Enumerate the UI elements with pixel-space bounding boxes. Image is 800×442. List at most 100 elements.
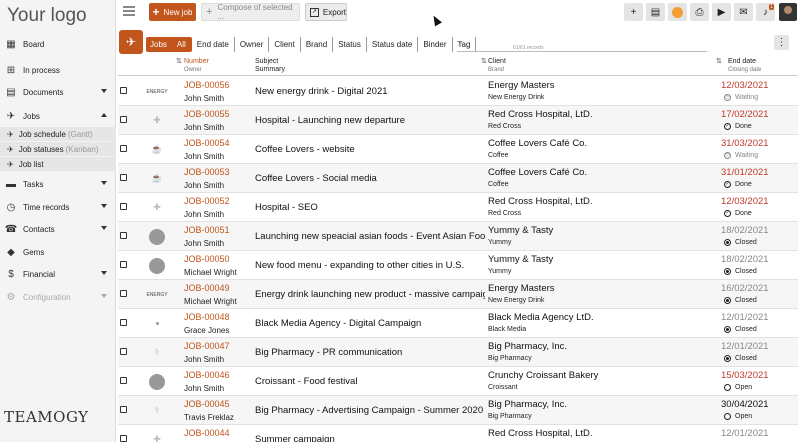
row-checkbox[interactable] <box>120 174 127 181</box>
table-row[interactable]: ⚕ JOB-00045 Travis Freklaz Big Pharmacy - A… <box>118 396 798 425</box>
row-checkbox[interactable] <box>120 406 127 413</box>
filter-status-date[interactable]: Status date <box>367 37 419 52</box>
sidebar-subitem-job-list[interactable]: ✈ Job list <box>0 157 116 171</box>
sidebar-item-time-records[interactable]: ◷ Time records <box>0 197 116 217</box>
table-row[interactable]: JOB-00046 John Smith Croissant - Food fest… <box>118 367 798 396</box>
row-checkbox[interactable] <box>120 116 127 123</box>
print-button[interactable]: ⎙ <box>690 3 709 21</box>
job-number-link[interactable]: JOB-00044 <box>184 428 230 438</box>
job-summary[interactable]: Big Pharmacy - PR communication <box>255 347 485 358</box>
table-row[interactable]: JOB-00050 Michael Wright New food menu - e… <box>118 251 798 280</box>
menu-toggle-icon[interactable] <box>123 6 135 16</box>
app-logo[interactable]: Your logo <box>7 5 87 27</box>
new-job-button[interactable]: + New job <box>149 3 196 21</box>
table-row[interactable]: ☕ JOB-00054 John Smith Coffee Lovers - webs… <box>118 135 798 164</box>
job-number-link[interactable]: JOB-00050 <box>184 254 230 264</box>
filter-client[interactable]: Client <box>269 37 301 52</box>
row-checkbox[interactable] <box>120 319 127 326</box>
sidebar-item-documents[interactable]: ▤ Documents <box>0 82 116 102</box>
job-summary[interactable]: New energy drink - Digital 2021 <box>255 86 485 97</box>
sidebar-item-in-process[interactable]: ⊞ In process <box>0 60 116 80</box>
add-button[interactable]: + <box>624 3 643 21</box>
chat-button[interactable]: ✉ <box>734 3 753 21</box>
sidebar-item-board[interactable]: ▦ Board <box>0 34 116 54</box>
job-number-link[interactable]: JOB-00048 <box>184 312 230 322</box>
help-button[interactable] <box>668 3 687 21</box>
header-end-date[interactable]: End date Closing date <box>728 58 761 74</box>
job-number-link[interactable]: JOB-00054 <box>184 138 230 148</box>
filter-binder[interactable]: Binder <box>418 37 453 52</box>
table-row[interactable]: ☕ JOB-00053 John Smith Coffee Lovers - Soci… <box>118 164 798 193</box>
job-number-link[interactable]: JOB-00051 <box>184 225 230 235</box>
table-row[interactable]: JOB-00048 Grace Jones Black Media Agency -… <box>118 309 798 338</box>
job-number-link[interactable]: JOB-00056 <box>184 80 230 90</box>
table-row[interactable]: ✚ JOB-00055 John Smith Hospital - Launching… <box>118 106 798 135</box>
job-summary[interactable]: New food menu - expanding to other citie… <box>255 260 485 271</box>
search-input[interactable]: ⌕ <box>457 36 707 52</box>
sort-icon[interactable]: ⇅ <box>481 57 487 65</box>
notifications-button[interactable]: ♪ 1 <box>756 3 775 21</box>
table-row[interactable]: ENERGY JOB-00056 John Smith New energy drin… <box>118 77 798 106</box>
sort-icon[interactable]: ⇅ <box>716 57 722 65</box>
row-checkbox[interactable] <box>120 232 127 239</box>
job-number-link[interactable]: JOB-00047 <box>184 341 230 351</box>
job-number-link[interactable]: JOB-00052 <box>184 196 230 206</box>
row-checkbox[interactable] <box>120 203 127 210</box>
more-options-button[interactable]: ⋮ <box>774 35 789 50</box>
row-checkbox[interactable] <box>120 261 127 268</box>
job-summary[interactable]: Launching new speacial asian foods - Eve… <box>255 231 485 242</box>
export-button[interactable]: ↗ Export <box>305 3 347 21</box>
job-summary[interactable]: Coffee Lovers - website <box>255 144 485 155</box>
job-summary[interactable]: Summer campaign <box>255 434 485 442</box>
filter-status[interactable]: Status <box>333 37 367 52</box>
job-summary[interactable]: Black Media Agency - Digital Campaign <box>255 318 485 329</box>
job-number-link[interactable]: JOB-00046 <box>184 370 230 380</box>
job-summary[interactable]: Hospital - Launching new departure <box>255 115 485 126</box>
table-row[interactable]: ✚ JOB-00044 Summer campaign Red Cross Hospi… <box>118 425 798 442</box>
job-number-link[interactable]: JOB-00049 <box>184 283 230 293</box>
job-summary[interactable]: Hospital - SEO <box>255 202 485 213</box>
sidebar-item-configuration[interactable]: ⚙ Configuration <box>0 287 116 307</box>
sidebar-item-contacts[interactable]: ☎ Contacts <box>0 219 116 239</box>
sort-icon[interactable]: ⇅ <box>176 57 182 65</box>
header-client[interactable]: Client Brand <box>488 58 506 74</box>
job-summary[interactable]: Coffee Lovers - Social media <box>255 173 485 184</box>
row-checkbox[interactable] <box>120 377 127 384</box>
job-summary[interactable]: Big Pharmacy - Advertising Campaign - Su… <box>255 405 485 416</box>
job-number-link[interactable]: JOB-00055 <box>184 109 230 119</box>
client-name: Coffee Lovers Café Co. <box>488 167 588 178</box>
filter-all[interactable]: Jobs All <box>146 37 192 52</box>
filter-end-date[interactable]: End date <box>192 37 235 52</box>
job-number-link[interactable]: JOB-00053 <box>184 167 230 177</box>
filter-brand[interactable]: Brand <box>301 37 334 52</box>
notes-button[interactable]: ▤ <box>646 3 665 21</box>
sidebar-subitem-job-schedule[interactable]: ✈ Job schedule (Gantt) <box>0 127 116 141</box>
header-number[interactable]: Number Owner <box>184 58 209 74</box>
table-header: Number Owner Subject Summary Client Bran… <box>118 56 798 76</box>
row-checkbox[interactable] <box>120 435 127 442</box>
sidebar-item-tasks[interactable]: ▬ Tasks <box>0 174 116 194</box>
job-summary[interactable]: Croissant - Food festival <box>255 376 485 387</box>
sidebar-subitem-job-statuses[interactable]: ✈ Job statuses (Kanban) <box>0 142 116 156</box>
row-checkbox[interactable] <box>120 87 127 94</box>
filter-owner[interactable]: Owner <box>235 37 270 52</box>
row-checkbox[interactable] <box>120 290 127 297</box>
job-summary[interactable]: Energy drink launching new product - mas… <box>255 289 485 300</box>
table-row[interactable]: JOB-00051 John Smith Launching new speacia… <box>118 222 798 251</box>
table-row[interactable]: ENERGY JOB-00049 Michael Wright Energy drin… <box>118 280 798 309</box>
row-checkbox[interactable] <box>120 348 127 355</box>
table-row[interactable]: ⚕ JOB-00047 John Smith Big Pharmacy - PR co… <box>118 338 798 367</box>
table-row[interactable]: ✚ JOB-00052 John Smith Hospital - SEO Red Cr… <box>118 193 798 222</box>
chevron-up-icon <box>101 113 107 117</box>
dollar-icon: $ <box>8 268 14 280</box>
sidebar-item-gems[interactable]: ◆ Gems <box>0 242 116 262</box>
header-subject[interactable]: Subject Summary <box>255 58 285 74</box>
avatar[interactable] <box>779 3 797 21</box>
job-number-link[interactable]: JOB-00045 <box>184 399 230 409</box>
video-button[interactable]: ▶ <box>712 3 731 21</box>
sidebar-item-jobs[interactable]: ✈ Jobs <box>0 106 116 126</box>
sidebar-item-financial[interactable]: $ Financial <box>0 264 116 284</box>
sidebar-item-label: In process <box>23 65 60 75</box>
row-checkbox[interactable] <box>120 145 127 152</box>
compose-selected-button[interactable]: + Compose of selected ... <box>201 3 300 21</box>
